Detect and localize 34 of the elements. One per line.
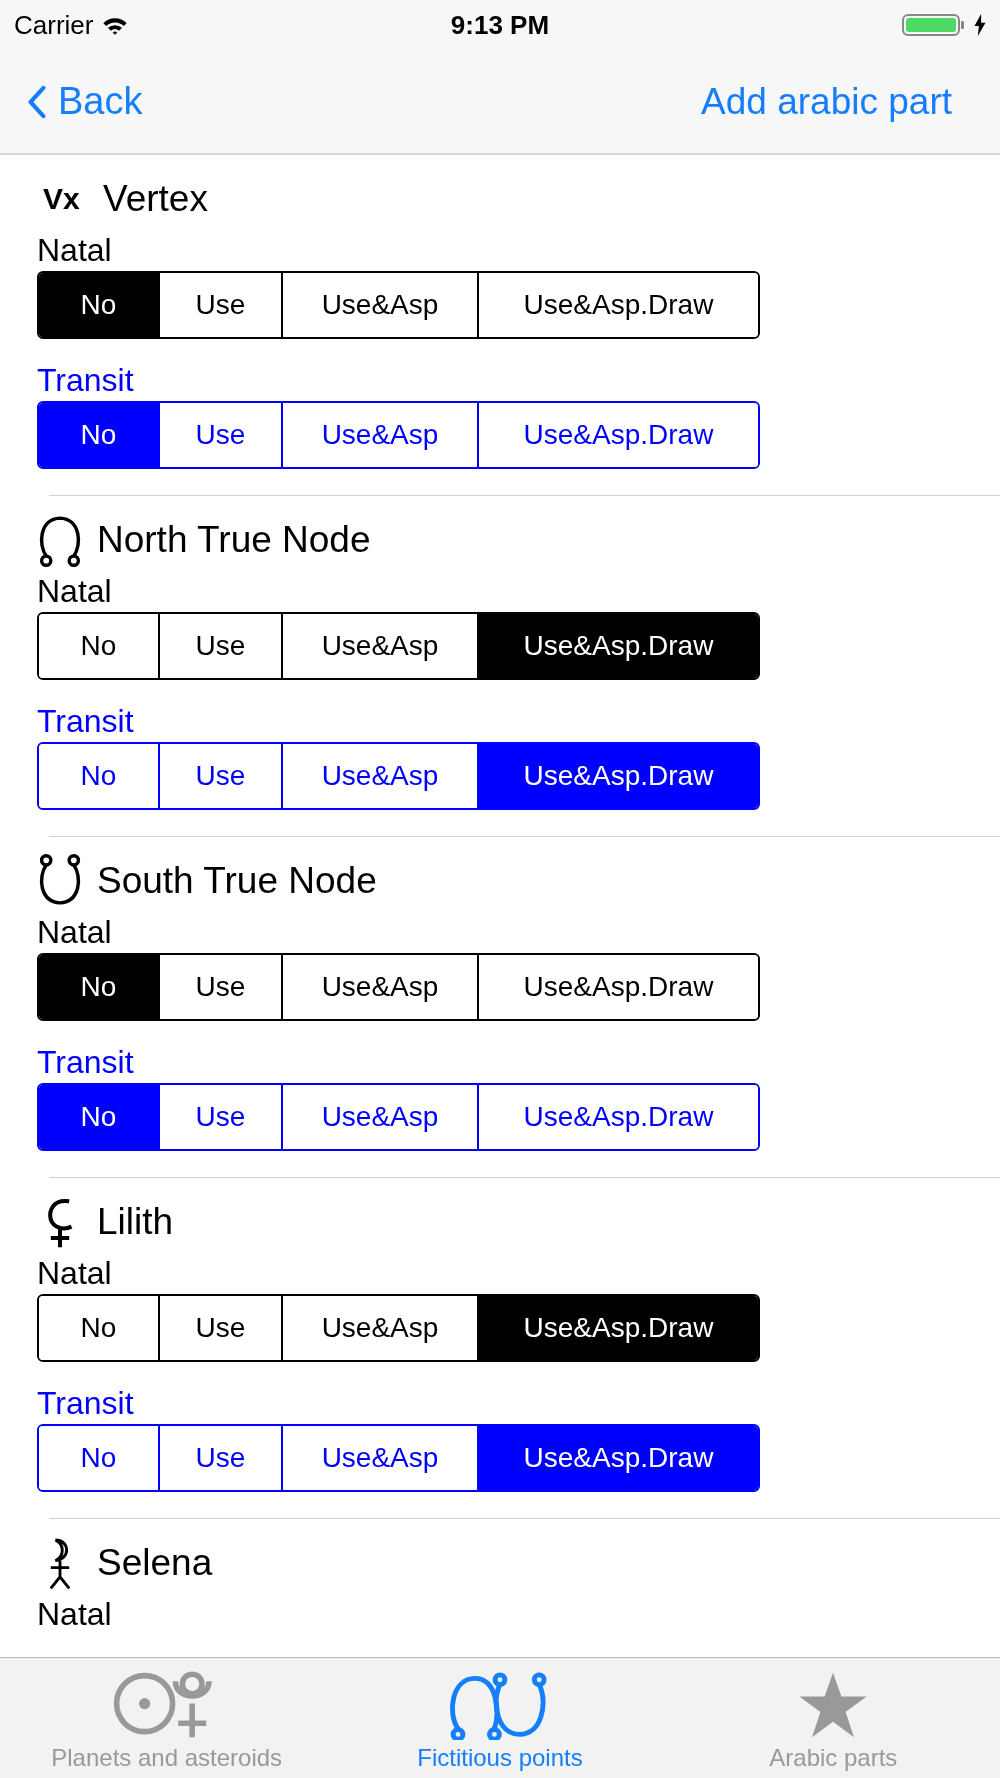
- chart-type-label: Natal: [37, 572, 113, 611]
- chart-type-label: Natal: [37, 1254, 113, 1293]
- segment-option[interactable]: Use&Asp.Draw: [477, 614, 758, 678]
- chart-type-label: Natal: [37, 913, 113, 952]
- segment-option[interactable]: Use&Asp.Draw: [477, 273, 758, 337]
- segment-option[interactable]: Use&Asp.Draw: [477, 955, 758, 1019]
- chart-type-label: Transit: [37, 361, 135, 400]
- chart-type-label: Transit: [37, 1043, 135, 1082]
- segment-option[interactable]: No: [39, 955, 158, 1019]
- point-name: North True Node: [97, 519, 371, 561]
- point-name: Lilith: [97, 1201, 174, 1243]
- carrier-label: Carrier: [14, 9, 94, 41]
- point-name: South True Node: [97, 860, 377, 902]
- battery-icon: [902, 13, 966, 37]
- vertex-symbol: Vx: [42, 182, 81, 216]
- segment-option[interactable]: Use&Asp.Draw: [477, 403, 758, 467]
- chart-type-label: Natal: [37, 1595, 113, 1634]
- chevron-icon: [28, 84, 46, 119]
- chart-type-label: Natal: [37, 231, 113, 270]
- clock-time: 9:13 PM: [450, 9, 550, 41]
- segment-option[interactable]: No: [39, 403, 158, 467]
- point-name: Vertex: [103, 178, 208, 220]
- charging-icon: [974, 14, 986, 36]
- segment-option[interactable]: Use&Asp.Draw: [477, 1085, 758, 1149]
- segment-option[interactable]: Use&Asp.Draw: [477, 744, 758, 808]
- point-name: Selena: [97, 1542, 213, 1584]
- segment-option[interactable]: No: [39, 1085, 158, 1149]
- segment-option[interactable]: No: [39, 273, 158, 337]
- chart-type-label: Transit: [37, 1384, 135, 1423]
- add-arabic-part-button[interactable]: Add arabic part: [701, 80, 952, 123]
- chart-type-label: Transit: [37, 702, 135, 741]
- segment-option[interactable]: Use&Asp.Draw: [477, 1296, 758, 1360]
- segment-option[interactable]: Use&Asp.Draw: [477, 1426, 758, 1490]
- back-button[interactable]: Back: [28, 80, 143, 123]
